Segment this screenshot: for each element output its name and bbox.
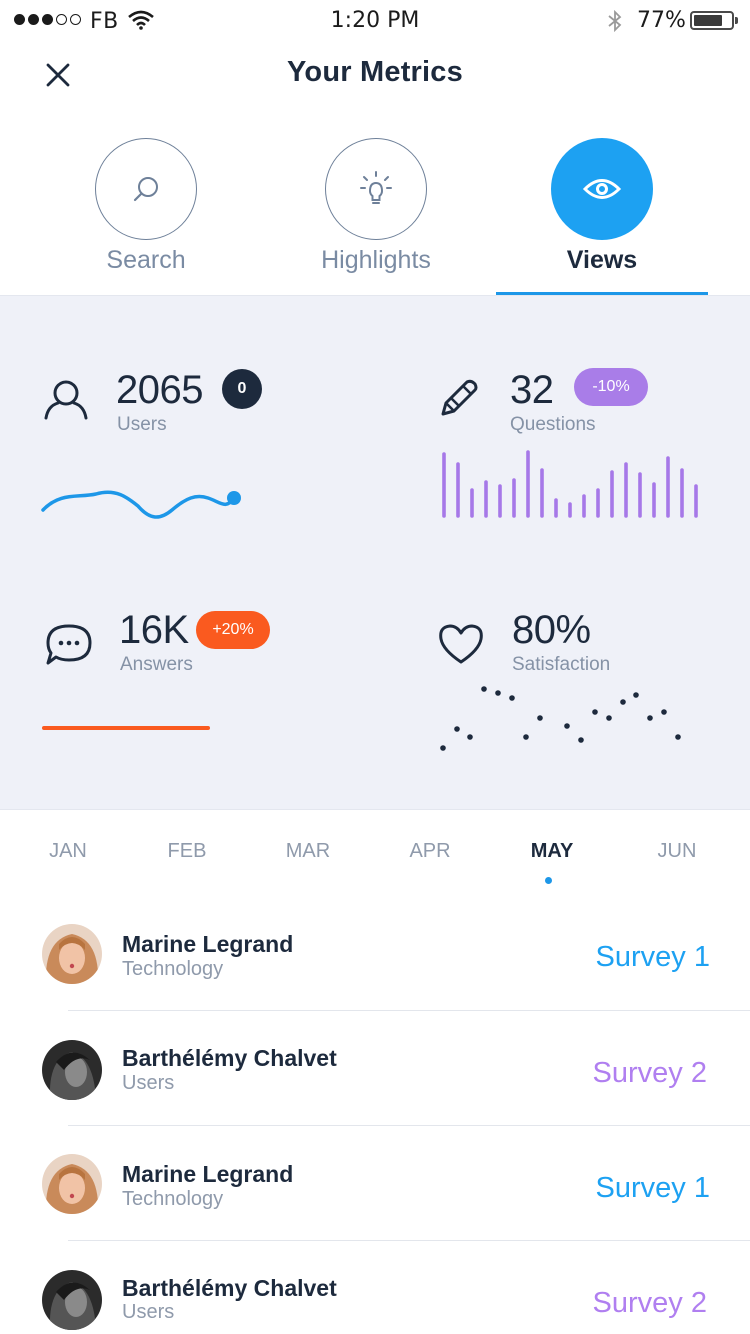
list-item-survey[interactable]: Survey 2 (593, 1287, 707, 1320)
list-item[interactable]: Marine Legrand Technology Survey 1 (0, 896, 750, 1011)
eye-icon (582, 179, 622, 199)
tab-highlights-circle (325, 138, 427, 240)
list-item[interactable]: Barthélémy Chalvet Users Survey 2 (0, 1241, 750, 1334)
questions-bar-chart (442, 450, 698, 518)
users-sparkline (41, 490, 241, 519)
heart-icon (439, 624, 483, 664)
tab-search-circle (95, 138, 197, 240)
metric-questions[interactable]: 32 Questions -10% (375, 296, 750, 556)
avatar (42, 924, 102, 984)
list-item-survey[interactable]: Survey 1 (596, 1172, 710, 1205)
answers-label: Answers (120, 654, 193, 675)
answers-value: 16K (119, 608, 189, 652)
satisfaction-value: 80% (512, 608, 591, 652)
users-label: Users (117, 414, 167, 435)
list-item-survey[interactable]: Survey 1 (596, 941, 710, 974)
tab-search[interactable]: Search (46, 138, 246, 294)
metric-satisfaction[interactable]: 80% Satisfaction (375, 556, 750, 811)
satisfaction-label: Satisfaction (512, 654, 611, 675)
answers-badge: +20% (196, 611, 270, 649)
bluetooth-icon (606, 9, 624, 37)
avatar (42, 1270, 102, 1330)
list-item-subtitle: Technology (122, 958, 224, 980)
month-apr[interactable]: APR (380, 840, 480, 863)
avatar (42, 1154, 102, 1214)
list-item-subtitle: Technology (122, 1188, 224, 1210)
tab-highlights-label: Highlights (321, 246, 431, 274)
search-icon (133, 177, 158, 202)
list-item[interactable]: Marine Legrand Technology Survey 1 (0, 1126, 750, 1241)
answers-progress-line (42, 726, 210, 730)
tab-search-label: Search (106, 246, 186, 274)
month-selector: JAN FEB MAR APR MAY JUN (0, 840, 750, 890)
battery-percent: 77% (637, 8, 686, 33)
list-item-name: Marine Legrand (122, 1161, 294, 1187)
month-jan[interactable]: JAN (18, 840, 118, 863)
user-icon (44, 380, 88, 420)
metric-answers[interactable]: 16K Answers +20% (0, 556, 375, 811)
month-may[interactable]: MAY (502, 840, 602, 863)
users-value: 2065 (116, 368, 203, 412)
list-item[interactable]: Barthélémy Chalvet Users Survey 2 (0, 1011, 750, 1126)
list-item-name: Marine Legrand (122, 931, 294, 957)
satisfaction-dot-chart (440, 686, 681, 751)
avatar (42, 1040, 102, 1100)
month-jun[interactable]: JUN (627, 840, 727, 863)
list-item-survey[interactable]: Survey 2 (593, 1057, 707, 1090)
questions-label: Questions (510, 414, 596, 435)
list-item-name: Barthélémy Chalvet (122, 1275, 337, 1301)
questions-badge: -10% (574, 368, 648, 406)
list-item-subtitle: Users (122, 1301, 175, 1323)
tab-views-label: Views (566, 246, 638, 274)
battery-icon (690, 11, 738, 30)
metrics-panel: 2065 Users 0 32 Questions -10% 16K Answe… (0, 295, 750, 810)
users-badge: 0 (222, 369, 262, 409)
tab-highlights[interactable]: Highlights (276, 138, 476, 294)
month-feb[interactable]: FEB (137, 840, 237, 863)
tab-views[interactable]: Views (502, 138, 702, 294)
questions-value: 32 (510, 368, 554, 412)
active-month-indicator (545, 877, 552, 884)
status-bar: FB 1:20 PM 77% (0, 0, 750, 40)
list-item-subtitle: Users (122, 1072, 175, 1094)
page-title: Your Metrics (287, 56, 463, 88)
list-item-name: Barthélémy Chalvet (122, 1045, 337, 1071)
month-mar[interactable]: MAR (258, 840, 358, 863)
pencil-icon (441, 379, 478, 416)
metric-users[interactable]: 2065 Users 0 (0, 296, 375, 556)
tab-views-circle (551, 138, 653, 240)
chat-bubble-icon (46, 624, 92, 665)
lightbulb-icon (360, 171, 392, 204)
